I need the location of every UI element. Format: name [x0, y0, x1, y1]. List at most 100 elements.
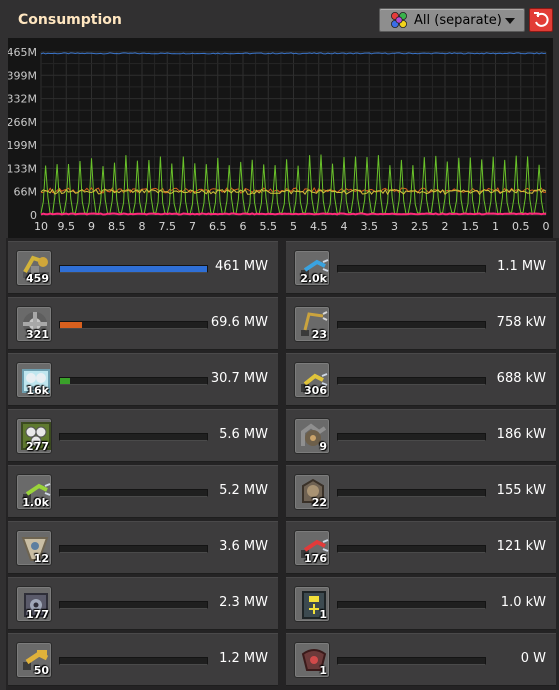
x-tick-label: 10: [34, 220, 48, 233]
assembling-machine-icon[interactable]: 277: [16, 418, 52, 454]
item-count: 1: [319, 664, 327, 677]
centrifuge-icon[interactable]: 22: [294, 474, 330, 510]
y-tick-label: 465M: [8, 46, 37, 59]
entry-row[interactable]: 2.0k 1.1 MW: [286, 241, 556, 294]
entry-row[interactable]: 1 1.0 kW: [286, 577, 556, 630]
consumption-value: 688 kW: [496, 371, 546, 386]
item-count: 2.0k: [300, 272, 327, 285]
y-tick-label: 266M: [8, 116, 37, 129]
x-tick-label: 0: [543, 220, 550, 233]
x-tick-label: 2.5: [411, 220, 429, 233]
consumption-bar: [59, 377, 208, 385]
consumption-bar: [59, 433, 208, 441]
entry-row[interactable]: 50 1.2 MW: [8, 633, 278, 686]
item-count: 306: [304, 384, 327, 397]
consumption-value: 121 kW: [496, 539, 546, 554]
x-tick-label: 5.5: [260, 220, 278, 233]
consumption-bar: [337, 377, 486, 385]
consumption-chart: 0 66M 133M 199M 266M 332M 399M 465M 10 9.5 9 8.5 8 7.…: [8, 38, 553, 238]
chemical-plant-icon[interactable]: 16k: [16, 362, 52, 398]
consumption-bar: [337, 601, 486, 609]
consumption-value: 69.6 MW: [210, 315, 268, 330]
consumption-bar: [337, 433, 486, 441]
y-tick-label: 199M: [8, 139, 37, 152]
entry-row[interactable]: 22 155 kW: [286, 465, 556, 518]
consumption-bar: [337, 545, 486, 553]
pumpjack-icon[interactable]: 459: [16, 250, 52, 286]
item-count: 50: [33, 664, 49, 677]
consumption-bar-fill: [60, 266, 207, 272]
consumption-value: 461 MW: [214, 259, 268, 274]
accumulator-icon[interactable]: 1: [294, 586, 330, 622]
consumption-bar: [337, 657, 486, 665]
consumption-bar: [59, 265, 208, 273]
item-count: 177: [26, 608, 49, 621]
electric-mining-drill-icon[interactable]: 321: [16, 306, 52, 342]
x-tick-label: 9.5: [58, 220, 76, 233]
consumption-bar: [59, 489, 208, 497]
item-count: 22: [311, 496, 327, 509]
consumption-bar: [337, 265, 486, 273]
entry-row[interactable]: 1 0 W: [286, 633, 556, 686]
x-tick-label: 4.5: [310, 220, 328, 233]
burner-inserter-icon[interactable]: 50: [16, 642, 52, 678]
long-handed-inserter-icon[interactable]: 23: [294, 306, 330, 342]
entry-row[interactable]: 306 688 kW: [286, 353, 556, 406]
filter-dropdown[interactable]: All (separate): [379, 8, 525, 32]
x-tick-label: 6: [240, 220, 247, 233]
entry-row[interactable]: 12 3.6 MW: [8, 521, 278, 574]
x-tick-label: 5: [290, 220, 297, 233]
entry-row[interactable]: 321 69.6 MW: [8, 297, 278, 350]
item-count: 459: [26, 272, 49, 285]
x-tick-label: 1: [492, 220, 499, 233]
consumption-value: 186 kW: [496, 427, 546, 442]
window-title: Consumption: [18, 12, 122, 28]
x-tick-label: 2: [442, 220, 449, 233]
consumption-value: 155 kW: [496, 483, 546, 498]
x-tick-label: 9: [88, 220, 95, 233]
entry-row[interactable]: 277 5.6 MW: [8, 409, 278, 462]
consumption-bar: [59, 545, 208, 553]
item-count: 321: [26, 328, 49, 341]
oil-refinery-icon[interactable]: 9: [294, 418, 330, 454]
y-tick-label: 133M: [8, 162, 37, 175]
item-count: 1.0k: [22, 496, 49, 509]
consumption-value: 758 kW: [496, 315, 546, 330]
consumption-value: 1.2 MW: [219, 651, 268, 666]
fast-inserter-icon[interactable]: 2.0k: [294, 250, 330, 286]
item-count: 12: [33, 552, 49, 565]
consumption-bar: [337, 321, 486, 329]
consumption-bar: [59, 321, 208, 329]
reset-button[interactable]: [529, 8, 553, 32]
item-count: 176: [304, 552, 327, 565]
radar-icon[interactable]: 1: [294, 642, 330, 678]
reset-icon: [534, 12, 549, 27]
lab-icon[interactable]: 12: [16, 530, 52, 566]
stack-inserter-icon[interactable]: 176: [294, 530, 330, 566]
x-tick-label: 4: [341, 220, 348, 233]
item-count: 1: [319, 608, 327, 621]
inserter-icon[interactable]: 306: [294, 362, 330, 398]
consumption-value: 0 W: [520, 651, 546, 666]
entry-row[interactable]: 1.0k 5.2 MW: [8, 465, 278, 518]
consumption-value: 1.1 MW: [497, 259, 546, 274]
chevron-down-icon: [505, 18, 515, 24]
filter-inserter-icon[interactable]: 1.0k: [16, 474, 52, 510]
consumption-bar-fill: [60, 378, 70, 384]
x-tick-label: 3: [391, 220, 398, 233]
entry-row[interactable]: 23 758 kW: [286, 297, 556, 350]
consumption-bar-fill: [60, 322, 83, 328]
x-tick-label: 7.5: [159, 220, 177, 233]
entry-row[interactable]: 9 186 kW: [286, 409, 556, 462]
entry-row[interactable]: 16k 30.7 MW: [8, 353, 278, 406]
entries-panel: 459 461 MW 2.0k 1.1 MW 321 69.6 MW 23 758 kW 16k…: [6, 238, 559, 690]
series-line: [40, 212, 547, 216]
x-tick-label: 8: [139, 220, 146, 233]
entry-row[interactable]: 176 121 kW: [286, 521, 556, 574]
entry-row[interactable]: 177 2.3 MW: [8, 577, 278, 630]
consumption-value: 30.7 MW: [210, 371, 268, 386]
beacon-icon[interactable]: 177: [16, 586, 52, 622]
entry-row[interactable]: 459 461 MW: [8, 241, 278, 294]
x-tick-label: 0.5: [512, 220, 530, 233]
item-count: 9: [319, 440, 327, 453]
